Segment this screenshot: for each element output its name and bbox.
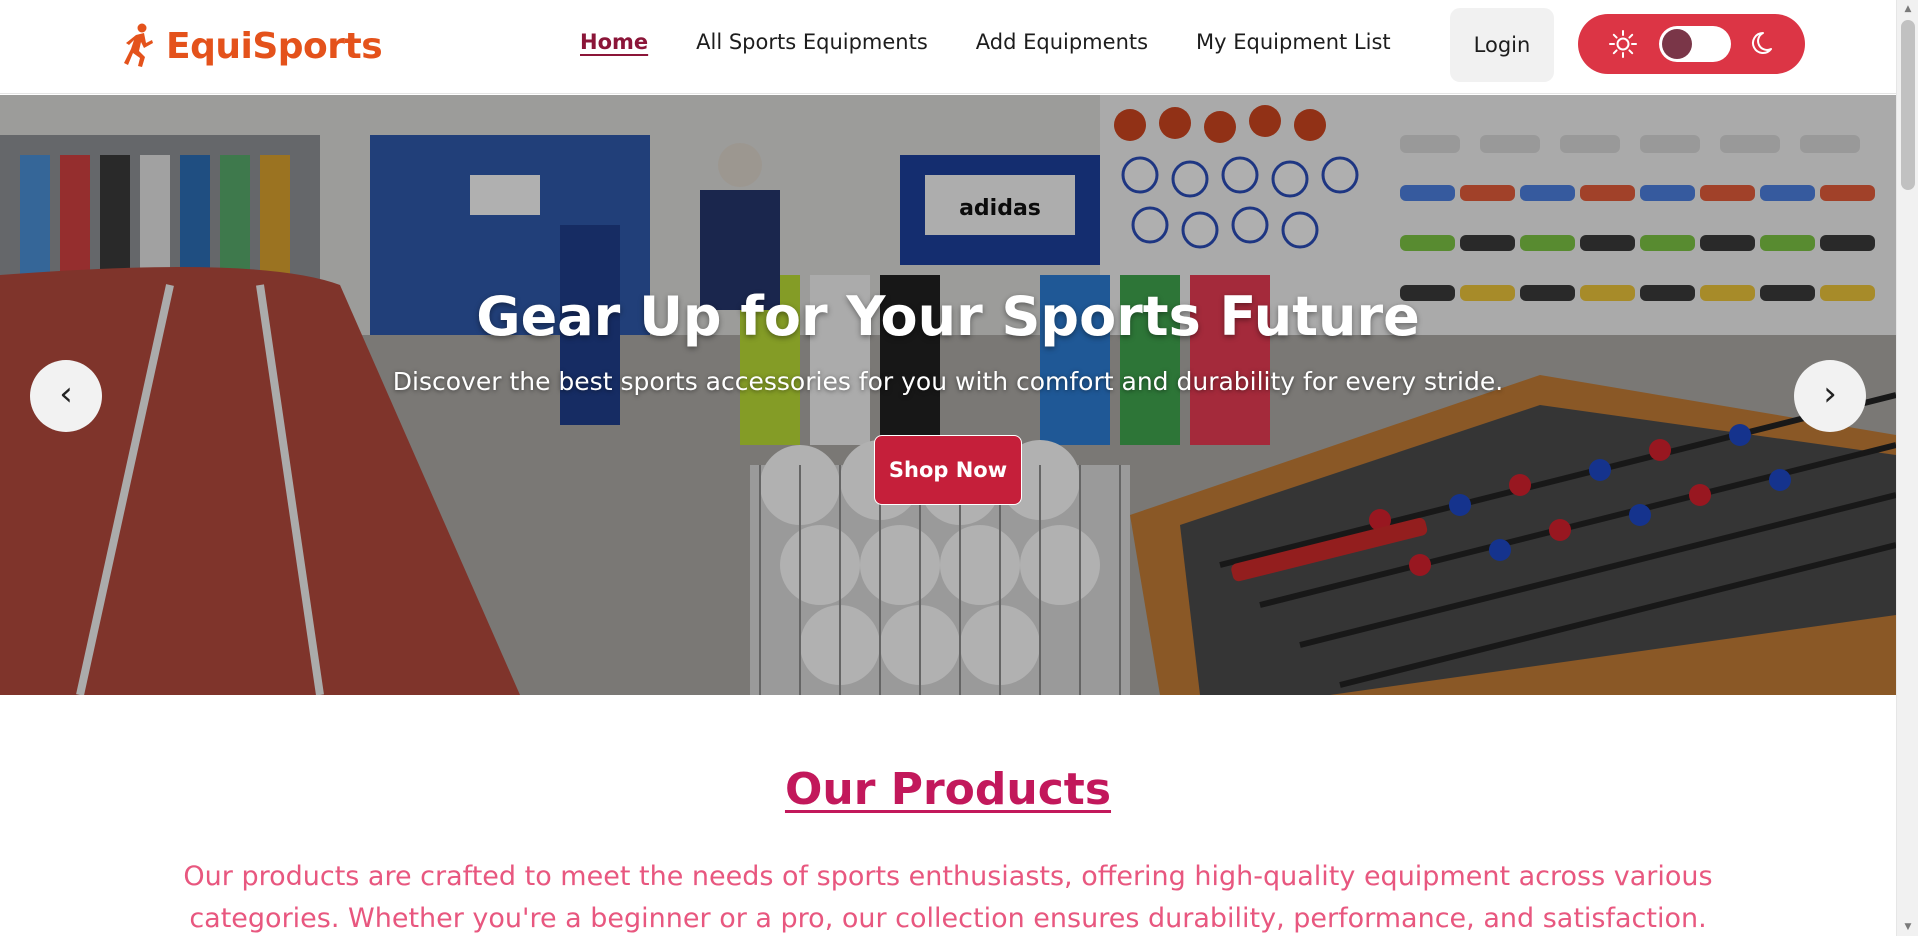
scroll-up-arrow-icon[interactable]: ▲ xyxy=(1897,0,1918,18)
nav-link-my-equipment-list[interactable]: My Equipment List xyxy=(1196,30,1391,54)
brand-name: EquiSports xyxy=(166,25,383,67)
moon-icon xyxy=(1752,32,1772,54)
theme-switch-knob xyxy=(1661,29,1692,59)
navbar: EquiSports Home All Sports Equipments Ad… xyxy=(0,0,1896,94)
page-scrollbar[interactable]: ▲ ▼ xyxy=(1896,0,1918,936)
scroll-down-arrow-icon[interactable]: ▼ xyxy=(1897,918,1918,936)
shop-now-button[interactable]: Shop Now xyxy=(874,435,1022,505)
theme-toggle[interactable] xyxy=(1578,14,1805,74)
brand-logo[interactable]: EquiSports xyxy=(122,22,383,70)
sun-icon xyxy=(1609,30,1637,58)
hero-subtitle: Discover the best sports accessories for… xyxy=(392,367,1504,396)
nav-link-all-sports-equipments[interactable]: All Sports Equipments xyxy=(696,30,928,54)
athlete-icon xyxy=(124,23,153,67)
carousel-next-button[interactable]: › xyxy=(1794,360,1866,432)
hero-carousel: adidas Gear Up for Your Sports Future Di… xyxy=(0,95,1896,695)
login-button[interactable]: Login xyxy=(1450,8,1554,82)
theme-switch[interactable] xyxy=(1658,26,1731,62)
products-heading: Our Products xyxy=(784,764,1112,815)
main-nav: Home All Sports Equipments Add Equipment… xyxy=(580,30,1391,54)
nav-link-add-equipments[interactable]: Add Equipments xyxy=(976,30,1148,54)
hero-title: Gear Up for Your Sports Future xyxy=(476,285,1420,348)
page: EquiSports Home All Sports Equipments Ad… xyxy=(0,0,1896,936)
products-description: Our products are crafted to meet the nee… xyxy=(183,861,1713,934)
scrollbar-thumb[interactable] xyxy=(1901,20,1915,190)
carousel-prev-button[interactable]: ‹ xyxy=(30,360,102,432)
nav-link-home[interactable]: Home xyxy=(580,30,648,54)
